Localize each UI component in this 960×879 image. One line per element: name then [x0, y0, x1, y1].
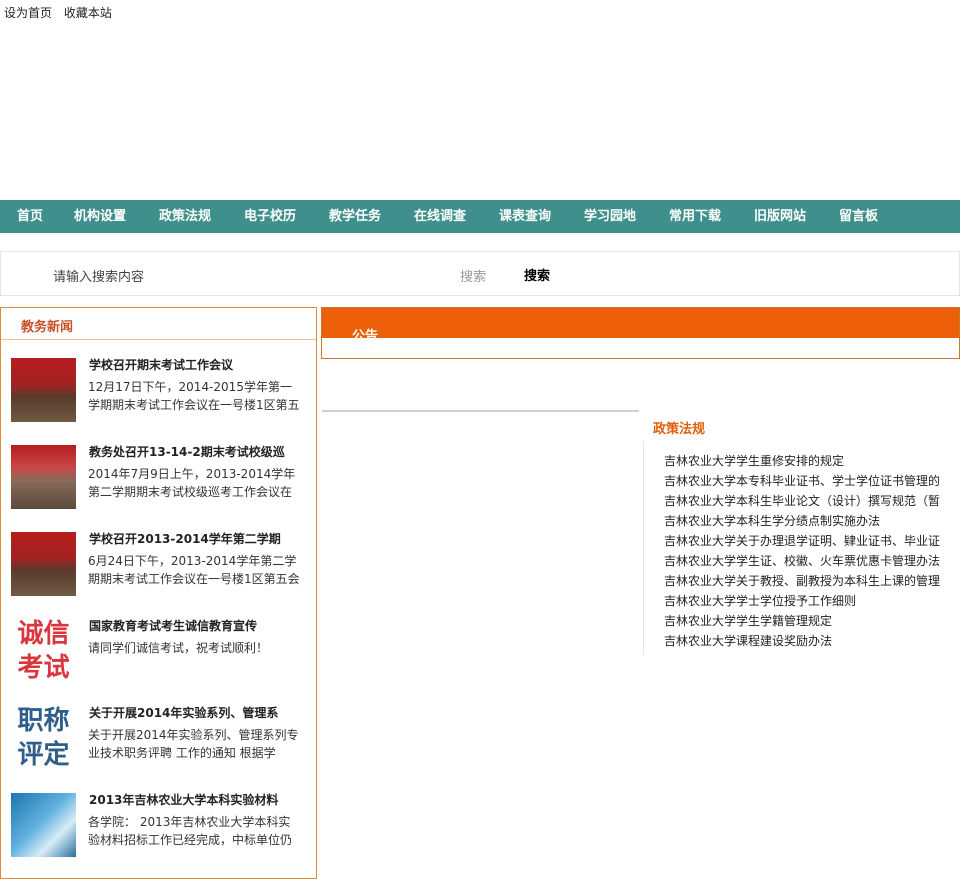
nav-item-timetable[interactable]: 课表查询 [499, 200, 551, 233]
news-item[interactable]: 2013年吉林农业大学本科实验材料 各学院： 2013年吉林农业大学本科实验材料… [11, 791, 311, 859]
news-thumbnail[interactable] [11, 445, 76, 509]
bookmark-site-link[interactable]: 收藏本站 [64, 6, 112, 20]
policy-link[interactable]: 吉林农业大学关于办理退学证明、肄业证书、毕业证 [664, 531, 948, 551]
main-nav: 首页 机构设置 政策法规 电子校历 教学任务 在线调查 课表查询 学习园地 常用… [0, 200, 960, 233]
academic-news-panel: 教务新闻 学校召开期末考试工作会议 12月17日下午，2014-2015学年第一… [0, 307, 317, 879]
news-item-summary: 2014年7月9日上午，2013-2014学年第二学期期末考试校级巡考工作会议在… [88, 467, 296, 499]
top-links: 设为首页 收藏本站 [4, 4, 120, 21]
nav-item-study[interactable]: 学习园地 [584, 200, 636, 233]
news-thumbnail[interactable]: 职称 评定 [11, 706, 76, 770]
news-thumbnail[interactable] [11, 358, 76, 422]
news-header: 教务新闻 [1, 308, 316, 340]
policy-title: 政策法规 [653, 422, 706, 437]
news-item-summary: 请同学们诚信考试，祝考试顺利！ [88, 641, 269, 655]
news-item[interactable]: 学校召开期末考试工作会议 12月17日下午，2014-2015学年第一学期期末考… [11, 356, 311, 424]
thumbnail-text: 考试 [17, 653, 70, 683]
policy-link[interactable]: 吉林农业大学本专科毕业证书、学士学位证书管理的 [664, 471, 948, 491]
policy-link[interactable]: 吉林农业大学学生学籍管理规定 [664, 611, 948, 631]
news-item[interactable]: 教务处召开13-14-2期末考试校级巡 2014年7月9日上午，2013-201… [11, 443, 311, 511]
search-input[interactable]: 搜索 [460, 266, 486, 285]
thumbnail-text: 评定 [17, 740, 70, 770]
news-thumbnail[interactable] [11, 793, 76, 857]
nav-item-guestbook[interactable]: 留言板 [839, 200, 878, 233]
news-item-title[interactable]: 教务处召开13-14-2期末考试校级巡 [89, 443, 285, 460]
news-item-summary: 6月24日下午，2013-2014学年第二学期期末考试工作会议在一号楼1区第五会 [88, 554, 300, 586]
policy-link[interactable]: 吉林农业大学课程建设奖励办法 [664, 631, 948, 651]
news-item-title[interactable]: 国家教育考试考生诚信教育宣传 [89, 617, 257, 634]
policy-link[interactable]: 吉林农业大学学生重修安排的规定 [664, 451, 948, 471]
news-item-summary: 各学院： 2013年吉林农业大学本科实验材料招标工作已经完成，中标单位仍 [88, 815, 293, 847]
news-title: 教务新闻 [21, 320, 74, 335]
nav-item-teaching-tasks[interactable]: 教学任务 [329, 200, 381, 233]
policy-link[interactable]: 吉林农业大学本科生毕业论文（设计）撰写规范（暂 [664, 491, 948, 511]
policy-link[interactable]: 吉林农业大学学士学位授予工作细则 [664, 591, 948, 611]
nav-item-policy[interactable]: 政策法规 [159, 200, 211, 233]
nav-item-organization[interactable]: 机构设置 [74, 200, 126, 233]
nav-item-calendar[interactable]: 电子校历 [244, 200, 296, 233]
nav-item-old-site[interactable]: 旧版网站 [754, 200, 806, 233]
policy-link[interactable]: 吉林农业大学本科生学分绩点制实施办法 [664, 511, 948, 531]
news-thumbnail[interactable]: 诚信 考试 [11, 619, 76, 683]
news-thumbnail[interactable] [11, 532, 76, 596]
notice-panel: 公告 [321, 307, 960, 359]
news-item-title[interactable]: 学校召开期末考试工作会议 [89, 356, 233, 373]
news-item-title[interactable]: 2013年吉林农业大学本科实验材料 [89, 791, 278, 808]
thumbnail-text: 诚信 [17, 619, 70, 649]
policy-list: 吉林农业大学学生重修安排的规定 吉林农业大学本专科毕业证书、学士学位证书管理的 … [664, 451, 948, 651]
search-prompt: 请输入搜索内容 [53, 270, 145, 285]
nav-item-survey[interactable]: 在线调查 [414, 200, 466, 233]
thumbnail-text: 职称 [17, 706, 70, 736]
news-item[interactable]: 学校召开2013-2014学年第二学期 6月24日下午，2013-2014学年第… [11, 530, 311, 598]
notice-header: 公告 [322, 308, 959, 344]
news-item-title[interactable]: 关于开展2014年实验系列、管理系 [89, 704, 278, 721]
notice-title: 公告 [352, 329, 379, 344]
news-item-title[interactable]: 学校召开2013-2014学年第二学期 [89, 530, 281, 547]
news-item-summary: 12月17日下午，2014-2015学年第一学期期末考试工作会议在一号楼1区第五… [88, 380, 300, 412]
news-item-summary: 关于开展2014年实验系列、管理系列专业技术职务评聘 工作的通知 根据学 [88, 728, 299, 760]
news-item[interactable]: 诚信 考试 国家教育考试考生诚信教育宣传 请同学们诚信考试，祝考试顺利！ [11, 617, 311, 685]
search-button[interactable]: 搜索 [524, 265, 550, 284]
policy-link[interactable]: 吉林农业大学学生证、校徽、火车票优惠卡管理办法 [664, 551, 948, 571]
divider [322, 410, 639, 412]
policy-panel: 吉林农业大学学生重修安排的规定 吉林农业大学本专科毕业证书、学士学位证书管理的 … [643, 441, 960, 655]
nav-item-downloads[interactable]: 常用下载 [669, 200, 721, 233]
search-bar: 请输入搜索内容 搜索 搜索 [0, 251, 960, 296]
policy-link[interactable]: 吉林农业大学关于教授、副教授为本科生上课的管理 [664, 571, 948, 591]
news-item[interactable]: 职称 评定 关于开展2014年实验系列、管理系 关于开展2014年实验系列、管理… [11, 704, 311, 772]
set-homepage-link[interactable]: 设为首页 [4, 6, 52, 20]
nav-item-home[interactable]: 首页 [17, 200, 43, 233]
